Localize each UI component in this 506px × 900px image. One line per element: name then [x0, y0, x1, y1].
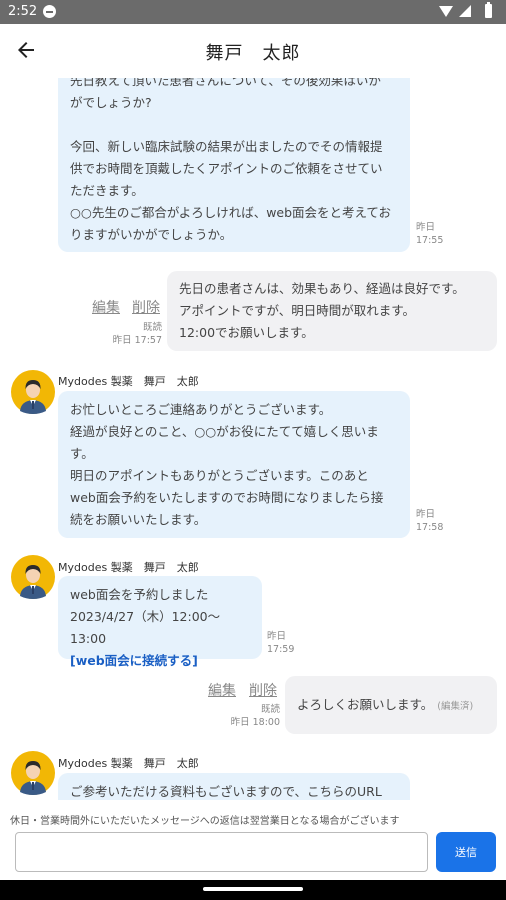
message-date: 昨日 [416, 509, 436, 520]
chat-partner-name: 舞戸 太郎 [205, 43, 301, 64]
message-time: 17:58 [416, 522, 444, 533]
message-timestamp: 昨日 17:58 [416, 508, 443, 534]
message-timestamp: 昨日 17:55 [416, 221, 443, 247]
message-time: 17:55 [416, 235, 444, 246]
message-line: お忙しいところご連絡ありがとうございます。 [70, 402, 332, 417]
join-web-meeting-link[interactable]: [web面会に接続する] [70, 650, 250, 672]
message-line: す。 [70, 446, 94, 461]
message-line [70, 114, 398, 136]
message-line: 今回、新しい臨床試験の結果が出ましたのでその情報提 [70, 139, 383, 154]
message-line: アポイントですが、明日時間が取れます。 [179, 303, 416, 318]
appointment-message-bubble: web面会を予約しました 2023/4/27（木）12:00～13:00 [we… [58, 576, 262, 668]
message-line: web面会予約をいたしますのでお時間になりましたら接 [70, 490, 384, 505]
app-bar: 舞戸 太郎 [0, 24, 506, 78]
message-date: 昨日 [416, 222, 436, 233]
message-line: ただきます。 [70, 183, 144, 198]
signal-icon [459, 5, 471, 17]
message-datetime: 昨日 18:00 [230, 717, 280, 728]
edit-message-button[interactable]: 編集 [92, 297, 120, 317]
battery-icon [485, 2, 492, 18]
message-input[interactable] [15, 832, 428, 872]
message-read-status: 既読 昨日 18:00 [220, 703, 280, 729]
message-timestamp: 昨日 17:59 [267, 630, 294, 656]
edited-label: (編集済) [437, 701, 474, 712]
sender-name: Mydodes 製薬 舞戸 太郎 [58, 561, 199, 574]
delete-message-button[interactable]: 削除 [249, 680, 277, 700]
message-line: ご参考いただける資料もございますので、こちらのURL [70, 784, 382, 799]
sender-name: Mydodes 製薬 舞戸 太郎 [58, 375, 199, 388]
home-gesture-handle[interactable] [203, 887, 303, 891]
chat-thread[interactable]: 先日教えて頂いた患者さんについて、その後効果はいか がでしょうか? 今回、新しい… [0, 78, 506, 800]
message-datetime: 昨日 17:57 [112, 335, 162, 346]
delete-message-button[interactable]: 削除 [132, 297, 160, 317]
status-time: 2:52 [8, 4, 38, 19]
sender-avatar[interactable] [11, 751, 55, 795]
outgoing-message-bubble: 先日の患者さんは、効果もあり、経過は良好です。 アポイントですが、明日時間が取れ… [167, 271, 497, 351]
sender-name: Mydodes 製薬 舞戸 太郎 [58, 757, 199, 770]
message-date: 昨日 [267, 631, 287, 642]
incoming-message-bubble: ご参考いただける資料もございますので、こちらのURL [58, 773, 410, 800]
message-line: がでしょうか? [70, 95, 152, 110]
message-line: ○○先生のご都合がよろしければ、web面会をと考えてお [70, 205, 392, 220]
appointment-datetime: 2023/4/27（木）12:00～13:00 [70, 609, 221, 646]
edit-message-button[interactable]: 編集 [208, 680, 236, 700]
message-line: web面会を予約しました [70, 587, 209, 602]
status-bar: 2:52 [0, 0, 506, 24]
message-read-status: 既読 昨日 17:57 [104, 321, 162, 347]
message-text: よろしくお願いします。 [297, 697, 434, 712]
message-line: 先日教えて頂いた患者さんについて、その後効果はいか [70, 78, 381, 88]
outgoing-message-bubble: よろしくお願いします。 (編集済) [285, 676, 497, 734]
message-line: 続をお願いいたします。 [70, 512, 207, 527]
message-time: 17:59 [267, 644, 295, 655]
wifi-icon [439, 6, 453, 17]
read-receipt: 既読 [260, 704, 280, 715]
business-hours-notice: 休日・営業時間外にいただいたメッセージへの返信は翌営業日となる場合がございます [10, 816, 400, 827]
message-line: 供でお時間を頂戴したくアポイントのご依頼をさせてい [70, 161, 383, 176]
message-line: 明日のアポイントもありがとうございます。このあと [70, 468, 369, 483]
incoming-message-bubble: 先日教えて頂いた患者さんについて、その後効果はいか がでしょうか? 今回、新しい… [58, 78, 410, 252]
incoming-message-bubble: お忙しいところご連絡ありがとうございます。 経過が良好とのこと、○○がお役にたて… [58, 391, 410, 538]
sender-avatar[interactable] [11, 555, 55, 599]
read-receipt: 既読 [142, 322, 162, 333]
message-line: 経過が良好とのこと、○○がお役にたてて嬉しく思いま [70, 424, 379, 439]
system-navigation-bar [0, 880, 506, 900]
do-not-disturb-icon [43, 5, 56, 18]
sender-avatar[interactable] [11, 370, 55, 414]
message-line: りますがいかがでしょうか。 [70, 227, 233, 242]
message-line: 先日の患者さんは、効果もあり、経過は良好です。 [179, 281, 465, 296]
send-button[interactable]: 送信 [436, 832, 496, 872]
message-line: 12:00でお願いします。 [179, 325, 314, 340]
